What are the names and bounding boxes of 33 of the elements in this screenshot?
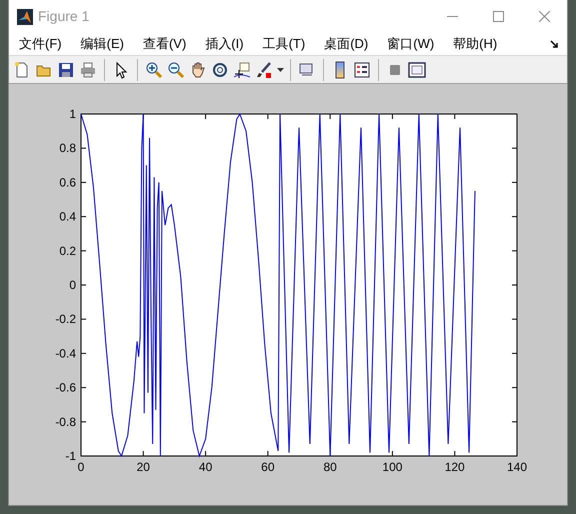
y-tick-label: 0.4 bbox=[59, 210, 76, 224]
close-icon bbox=[538, 11, 550, 22]
y-tick-label: 1 bbox=[69, 107, 76, 121]
menu-item[interactable]: 文件(F) bbox=[15, 34, 66, 54]
menu-item[interactable]: 编辑(E) bbox=[76, 34, 128, 54]
y-tick-label: -0.2 bbox=[55, 312, 76, 326]
y-tick-label: 0.2 bbox=[59, 244, 76, 258]
menu-item[interactable]: 帮助(H) bbox=[449, 34, 502, 54]
y-tick-label: -0.4 bbox=[55, 346, 76, 360]
x-tick-label: 100 bbox=[382, 460, 402, 474]
maximize-icon bbox=[492, 11, 504, 22]
y-tick-label: -1 bbox=[65, 449, 76, 463]
window-title: Figure 1 bbox=[38, 7, 90, 26]
dock-arrow-icon[interactable] bbox=[550, 40, 559, 48]
y-tick-label: -0.6 bbox=[55, 380, 76, 395]
menu-item[interactable]: 查看(V) bbox=[138, 34, 190, 54]
x-tick-label: 80 bbox=[323, 460, 337, 474]
x-tick-label: 120 bbox=[444, 460, 465, 474]
x-tick-label: 40 bbox=[198, 460, 212, 474]
y-tick-label: -0.8 bbox=[55, 414, 76, 429]
menu-item[interactable]: 桌面(D) bbox=[320, 34, 372, 54]
y-tick-label: 0.6 bbox=[59, 175, 76, 190]
y-tick-label: 0.8 bbox=[59, 141, 76, 156]
x-tick-label: 140 bbox=[506, 460, 528, 474]
x-tick-label: 0 bbox=[78, 460, 84, 474]
app-logo-icon bbox=[17, 8, 33, 24]
menu-item[interactable]: 工具(T) bbox=[258, 34, 310, 54]
minimize-icon bbox=[446, 16, 458, 17]
y-tick-label: 0 bbox=[69, 278, 76, 292]
x-tick-label: 20 bbox=[136, 460, 150, 474]
x-tick-label: 60 bbox=[261, 460, 275, 474]
menu-item[interactable]: 窗口(W) bbox=[383, 34, 438, 54]
menu-item[interactable]: 插入(I) bbox=[201, 34, 248, 54]
